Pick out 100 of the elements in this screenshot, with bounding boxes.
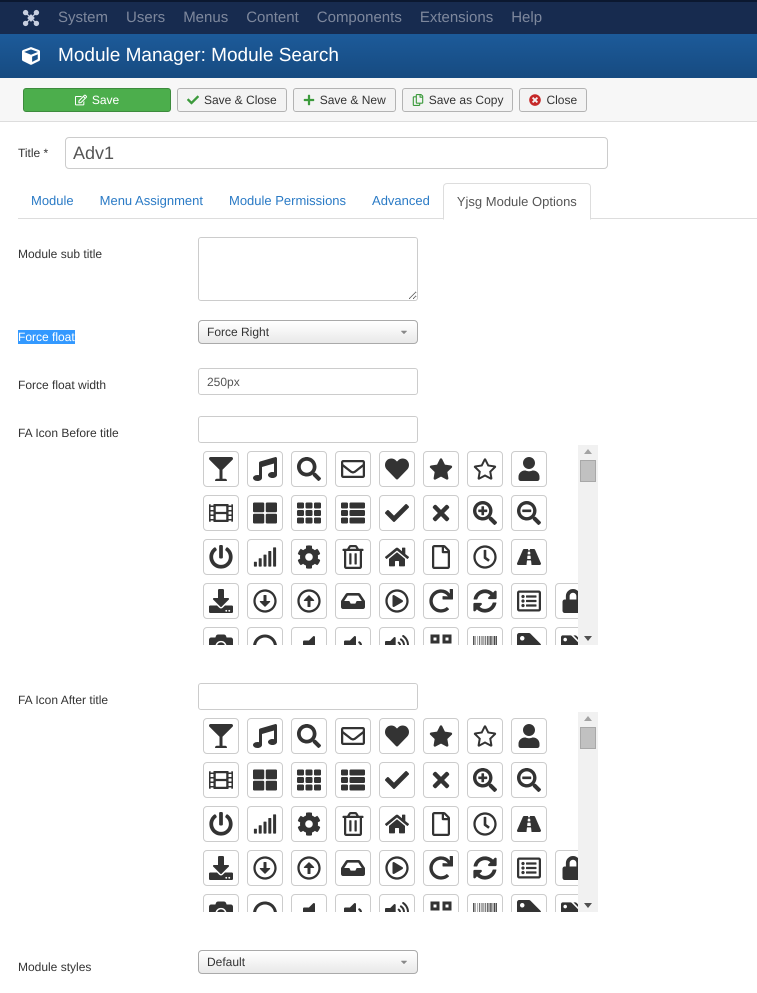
film-icon (209, 768, 233, 792)
lock-icon (561, 856, 578, 880)
star-option[interactable] (423, 451, 459, 487)
close-option[interactable] (423, 762, 459, 798)
list-option[interactable] (335, 762, 371, 798)
signal-option[interactable] (247, 539, 283, 575)
close-icon (529, 94, 542, 106)
text-field[interactable]: 250px (198, 368, 418, 395)
redo-option[interactable] (423, 583, 459, 619)
star-option[interactable] (423, 718, 459, 754)
list-option[interactable] (335, 495, 371, 531)
tab[interactable]: Module Permissions (216, 183, 360, 218)
dropdown[interactable]: Force Right (198, 320, 418, 344)
heart-option[interactable] (379, 718, 415, 754)
redo-option[interactable] (423, 850, 459, 886)
menu-item[interactable]: Components (316, 6, 402, 30)
save-button[interactable]: Save (23, 88, 171, 112)
menu-item[interactable]: Menus (183, 6, 228, 30)
play-option[interactable] (379, 583, 415, 619)
envelope-option[interactable] (335, 718, 371, 754)
power-option[interactable] (203, 806, 239, 842)
file-option[interactable] (423, 539, 459, 575)
trash-option[interactable] (335, 806, 371, 842)
scroll-thumb[interactable] (580, 460, 596, 482)
grid-option[interactable] (291, 762, 327, 798)
menu-item[interactable]: System (58, 6, 108, 30)
heart-option[interactable] (379, 451, 415, 487)
scroll-thumb[interactable] (580, 727, 596, 749)
menu-item[interactable]: Help (511, 6, 542, 30)
star-outline-option[interactable] (467, 718, 503, 754)
search-option[interactable] (291, 451, 327, 487)
clock-option[interactable] (467, 539, 503, 575)
down-circle-option[interactable] (247, 850, 283, 886)
download-option[interactable] (203, 583, 239, 619)
icon-field[interactable] (198, 683, 418, 710)
menu-item[interactable]: Users (126, 6, 166, 30)
film-option[interactable] (203, 762, 239, 798)
settings-option[interactable] (291, 539, 327, 575)
down-circle-option[interactable] (247, 583, 283, 619)
road-option[interactable] (511, 539, 547, 575)
refresh-option[interactable] (467, 583, 503, 619)
joomla-logo-icon[interactable] (22, 9, 40, 27)
tab[interactable]: Advanced (359, 183, 443, 218)
tab[interactable]: Menu Assignment (86, 183, 216, 218)
road-option[interactable] (511, 806, 547, 842)
glass-option[interactable] (203, 451, 239, 487)
user-option[interactable] (511, 718, 547, 754)
file-option[interactable] (423, 806, 459, 842)
menu-item[interactable]: Extensions (420, 6, 494, 30)
sub-title-field[interactable] (198, 237, 418, 301)
redo-icon (429, 589, 453, 613)
power-option[interactable] (203, 539, 239, 575)
zoom-out-option[interactable] (511, 495, 547, 531)
title-field[interactable]: Adv1 (65, 137, 608, 169)
up-circle-option[interactable] (291, 850, 327, 886)
film-option[interactable] (203, 495, 239, 531)
music-note-option[interactable] (247, 451, 283, 487)
home-option[interactable] (379, 539, 415, 575)
up-circle-option[interactable] (291, 583, 327, 619)
check-option[interactable] (379, 495, 415, 531)
close-option[interactable] (423, 495, 459, 531)
large-grid-option[interactable] (247, 495, 283, 531)
close-button[interactable]: Close (519, 88, 588, 112)
list-card-option[interactable] (511, 850, 547, 886)
envelope-option[interactable] (335, 451, 371, 487)
dropdown[interactable]: Default (198, 950, 418, 974)
scrollbar[interactable] (578, 712, 598, 912)
play-option[interactable] (379, 850, 415, 886)
trash-option[interactable] (335, 539, 371, 575)
home-icon (385, 545, 409, 569)
refresh-icon (473, 589, 497, 613)
list-card-option[interactable] (511, 583, 547, 619)
large-grid-option[interactable] (247, 762, 283, 798)
star-outline-option[interactable] (467, 451, 503, 487)
scroll-down-icon[interactable] (584, 903, 592, 908)
music-note-option[interactable] (247, 718, 283, 754)
inbox-option[interactable] (335, 583, 371, 619)
scroll-down-icon[interactable] (584, 636, 592, 641)
glass-option[interactable] (203, 718, 239, 754)
inbox-option[interactable] (335, 850, 371, 886)
clock-option[interactable] (467, 806, 503, 842)
search-option[interactable] (291, 718, 327, 754)
icon-field[interactable] (198, 416, 418, 443)
menu-item[interactable]: Content (246, 6, 299, 30)
zoom-in-option[interactable] (467, 762, 503, 798)
download-option[interactable] (203, 850, 239, 886)
grid-option[interactable] (291, 495, 327, 531)
user-option[interactable] (511, 451, 547, 487)
scrollbar[interactable] (578, 445, 598, 645)
grid-icon (297, 768, 321, 792)
tab[interactable]: Module (18, 183, 87, 218)
tab[interactable]: Yjsg Module Options (442, 183, 591, 220)
check-option[interactable] (379, 762, 415, 798)
zoom-out-option[interactable] (511, 762, 547, 798)
home-option[interactable] (379, 806, 415, 842)
signal-option[interactable] (247, 806, 283, 842)
refresh-option[interactable] (467, 850, 503, 886)
settings-option[interactable] (291, 806, 327, 842)
copy-button[interactable]: Save as Copy (402, 88, 514, 112)
zoom-in-option[interactable] (467, 495, 503, 531)
